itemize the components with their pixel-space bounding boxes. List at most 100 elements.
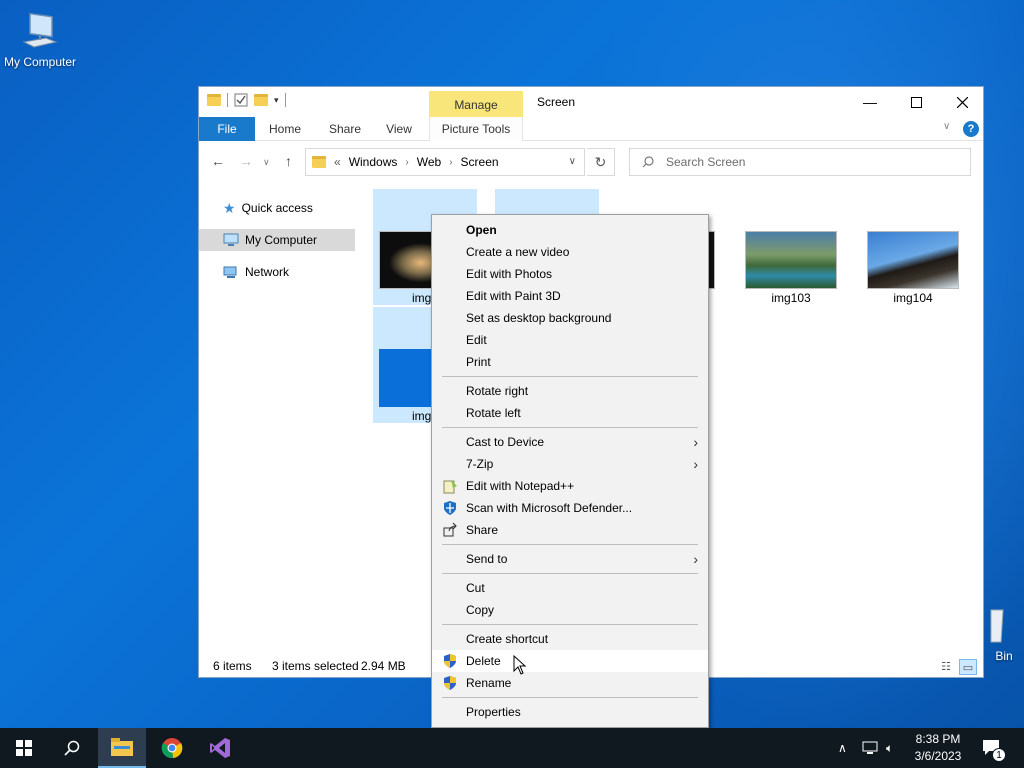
address-row: ← → ∨ ↑ « Windows › Web › Screen ∨ ↻ Sea… [199,141,983,183]
tab-manage[interactable]: Manage [429,91,523,117]
search-box[interactable]: Search Screen [629,148,971,176]
menu-item-label: Delete [466,654,501,668]
tab-home[interactable]: Home [261,117,309,141]
search-icon [642,156,654,168]
nav-item-network[interactable]: Network [199,261,355,283]
breadcrumb-screen[interactable]: Screen [461,155,499,169]
taskbar-chrome[interactable] [148,728,196,768]
close-button[interactable] [939,87,985,117]
arrow-left-icon: ← [211,153,225,169]
maximize-button[interactable] [893,87,939,117]
tab-file[interactable]: File [199,117,255,141]
menu-item-edit-notepadpp[interactable]: Edit with Notepad++ [432,475,708,497]
navigation-pane: ★ Quick access My Computer Network [199,183,359,643]
tab-picture-tools[interactable]: Picture Tools [429,117,523,141]
desktop-icon-label: Bin [995,649,1013,663]
desktop-icon-my-computer[interactable]: My Computer [0,8,80,69]
address-bar[interactable]: « Windows › Web › Screen ∨ [305,148,585,176]
menu-item-share[interactable]: Share [432,519,708,541]
tab-share[interactable]: Share [321,117,369,141]
large-icons-icon: ▭ [962,662,974,674]
title-bar[interactable]: ▾ Manage Screen — [199,87,983,117]
breadcrumb-prefix[interactable]: « [334,155,341,169]
recent-locations-button[interactable]: ∨ [263,157,270,168]
divider [284,93,286,107]
help-icon[interactable]: ? [963,121,979,137]
search-placeholder: Search Screen [666,155,746,169]
file-tile[interactable]: img103 [739,189,843,305]
star-icon: ★ [223,199,236,216]
menu-separator [442,376,698,377]
visual-studio-icon [210,738,230,758]
windows-logo-icon [16,740,32,756]
menu-separator [442,427,698,428]
share-icon [442,522,458,538]
menu-item-cut[interactable]: Cut [432,577,708,599]
close-icon [956,96,968,108]
back-button[interactable]: ← [211,153,225,169]
menu-item-create-shortcut[interactable]: Create shortcut [432,628,708,650]
menu-item-rotate-right[interactable]: Rotate right [432,380,708,402]
details-view-button[interactable]: ☷ [937,659,955,675]
chevron-right-icon[interactable]: › [405,157,408,168]
uac-shield-icon [442,675,458,691]
refresh-icon: ↻ [594,154,607,170]
menu-item-delete[interactable]: Delete [432,650,708,672]
menu-item-set-desktop-background[interactable]: Set as desktop background [432,307,708,329]
breadcrumb-windows[interactable]: Windows [349,155,398,169]
arrow-right-icon: → [239,153,253,169]
properties-icon[interactable] [234,93,248,107]
taskbar-visual-studio[interactable] [196,728,244,768]
menu-item-print[interactable]: Print [432,351,708,373]
start-button[interactable] [0,728,48,768]
large-icons-view-button[interactable]: ▭ [959,659,977,675]
menu-item-copy[interactable]: Copy [432,599,708,621]
show-hidden-icons-button[interactable]: ∧ [838,728,847,768]
system-clock[interactable]: 8:38 PM 3/6/2023 [908,731,968,765]
menu-item-cast-to-device[interactable]: Cast to Device › [432,431,708,453]
menu-item-properties[interactable]: Properties [432,701,708,723]
nav-item-label: Quick access [241,201,313,215]
menu-item-label: Send to [466,552,508,566]
nav-item-label: My Computer [245,233,318,247]
menu-item-edit[interactable]: Edit [432,329,708,351]
speaker-icon: 🔈︎ [886,740,894,755]
menu-item-7zip[interactable]: 7-Zip › [432,453,708,475]
menu-item-edit-photos[interactable]: Edit with Photos [432,263,708,285]
file-tile[interactable]: img104 [861,189,965,305]
refresh-button[interactable]: ↻ [587,148,615,176]
menu-item-rotate-left[interactable]: Rotate left [432,402,708,424]
folder-icon [312,156,326,168]
menu-item-send-to[interactable]: Send to › [432,548,708,570]
menu-item-scan-defender[interactable]: Scan with Microsoft Defender... [432,497,708,519]
new-folder-icon[interactable] [254,94,268,106]
nav-item-quick-access[interactable]: ★ Quick access [199,197,355,219]
menu-item-label: Share [466,523,499,537]
volume-tray-button[interactable]: 🔈︎ [886,728,893,768]
minimize-button[interactable]: — [847,87,893,117]
nav-item-my-computer[interactable]: My Computer [199,229,355,251]
up-button[interactable]: ↑ [285,153,292,169]
chevron-down-icon[interactable]: ▾ [274,95,279,106]
chevron-right-icon[interactable]: › [449,157,452,168]
expand-ribbon-icon[interactable]: ∨ [943,121,950,132]
chevron-down-icon: ∨ [263,157,270,167]
breadcrumb-web[interactable]: Web [417,155,441,169]
search-button[interactable] [48,728,96,768]
defender-icon [442,500,458,516]
forward-button[interactable]: → [239,153,253,169]
chevron-right-icon: › [693,456,698,472]
file-explorer-icon [111,738,133,756]
clock-time: 8:38 PM [915,732,961,746]
menu-item-label: Cast to Device [466,435,545,449]
menu-item-edit-paint3d[interactable]: Edit with Paint 3D [432,285,708,307]
menu-item-rename[interactable]: Rename [432,672,708,694]
mouse-cursor-icon [513,655,527,675]
network-tray-button[interactable] [862,728,878,768]
menu-item-create-video[interactable]: Create a new video [432,241,708,263]
chevron-down-icon[interactable]: ∨ [569,156,576,167]
menu-item-open[interactable]: Open [432,219,708,241]
taskbar-file-explorer[interactable] [98,728,146,768]
action-center-button[interactable]: 1 [982,728,1006,768]
tab-view[interactable]: View [377,117,421,141]
